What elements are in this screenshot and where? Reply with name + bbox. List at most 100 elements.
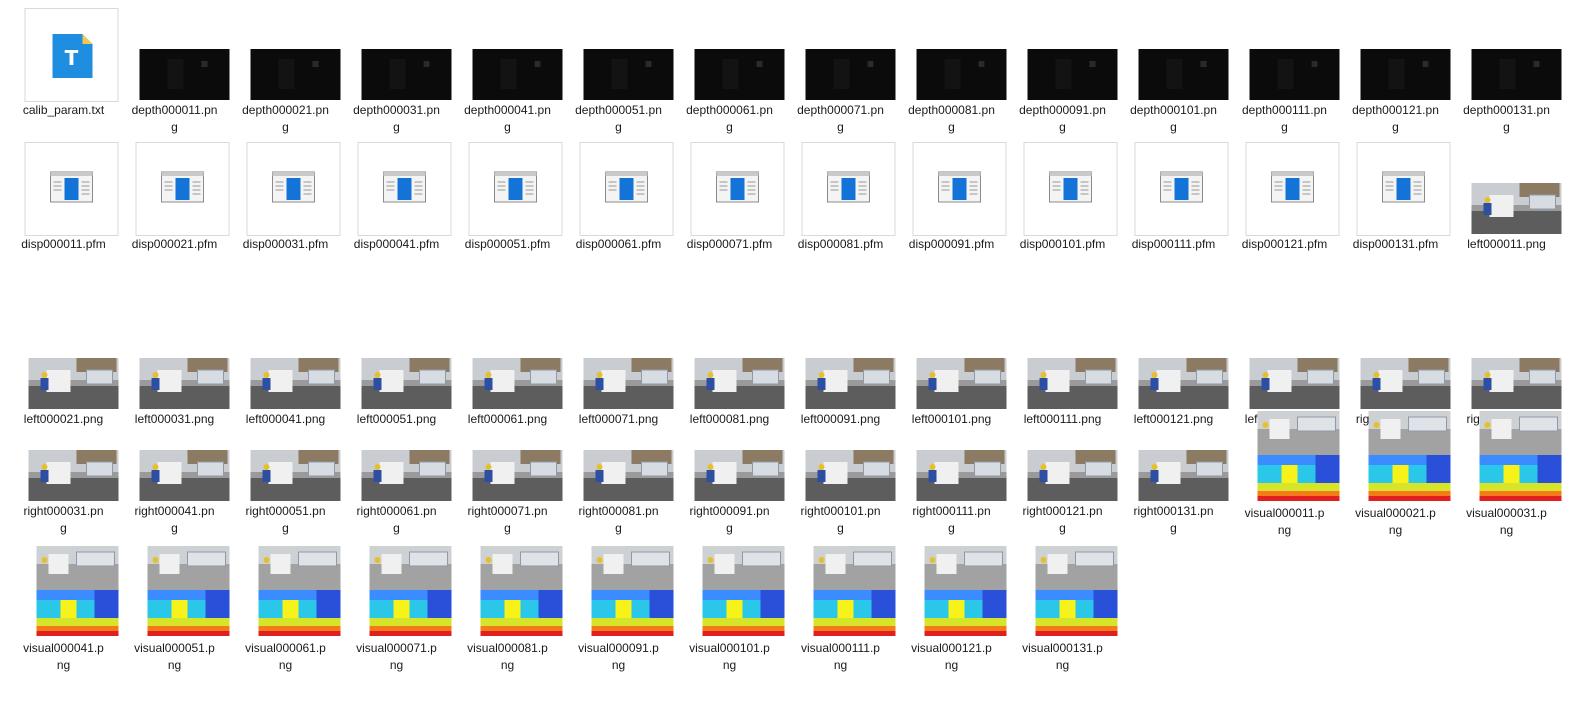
file-item[interactable]: depth000011.pn g [119,8,230,138]
generic-file-icon [801,142,896,236]
file-name: visual000081.p ng [467,641,548,672]
file-item[interactable]: visual000021.p ng [1340,409,1451,539]
file-item[interactable]: disp000041.pfm [341,142,452,312]
file-item[interactable]: right000041.pn g [119,409,230,539]
file-item[interactable]: right000101.pn g [785,409,896,539]
file-name: right000031.pn g [23,504,104,535]
visual-thumbnail [258,546,341,636]
file-name: right000051.pn g [245,504,326,535]
generic-file-icon [1245,142,1340,236]
file-item[interactable]: visual000081.p ng [452,544,563,674]
file-name: disp000101.pfm [1019,237,1106,251]
photo-thumbnail [139,450,230,501]
file-name: visual000091.p ng [578,641,659,672]
file-item[interactable]: right000051.pn g [230,409,341,539]
file-item[interactable]: depth000111.pn g [1229,8,1340,138]
file-item[interactable]: depth000131.pn g [1451,8,1562,138]
file-item[interactable]: depth000041.pn g [452,8,563,138]
generic-file-icon [246,142,341,236]
file-item[interactable]: right000071.pn g [452,409,563,539]
file-item[interactable]: visual000131.p ng [1007,544,1118,674]
file-name: disp000081.pfm [797,237,884,251]
generic-file-icon [912,142,1007,236]
photo-thumbnail [250,450,341,501]
file-item[interactable]: disp000071.pfm [674,142,785,312]
file-name: depth000121.pn g [1352,103,1439,134]
file-item[interactable]: left000011.png [1451,142,1562,312]
file-item[interactable]: depth000101.pn g [1118,8,1229,138]
file-item[interactable]: right000121.pn g [1007,409,1118,539]
file-item[interactable]: disp000081.pfm [785,142,896,312]
file-item[interactable]: Tcalib_param.txt [8,8,119,138]
generic-file-icon [690,142,785,236]
file-name: visual000111.p ng [801,641,880,672]
file-item[interactable]: disp000031.pfm [230,142,341,312]
file-item[interactable]: disp000111.pfm [1118,142,1229,312]
visual-thumbnail [1368,411,1451,501]
depth-thumbnail [805,49,896,100]
file-name: depth000051.pn g [575,103,662,134]
photo-thumbnail [28,358,119,409]
file-name: depth000061.pn g [686,103,773,134]
file-name: visual000021.p ng [1355,506,1436,537]
depth-thumbnail [1249,49,1340,100]
visual-thumbnail [702,546,785,636]
photo-thumbnail [28,450,119,501]
file-item[interactable]: visual000051.p ng [119,544,230,674]
file-item[interactable]: depth000031.pn g [341,8,452,138]
file-name: visual000101.p ng [689,641,770,672]
photo-thumbnail [916,450,1007,501]
file-name: right000101.pn g [800,504,881,535]
file-name: depth000011.pn g [131,103,218,134]
file-item[interactable]: visual000091.p ng [563,544,674,674]
file-name: right000071.pn g [467,504,548,535]
file-item[interactable]: visual000041.p ng [8,544,119,674]
file-item[interactable]: disp000101.pfm [1007,142,1118,312]
file-item[interactable]: visual000011.p ng [1229,409,1340,539]
file-item[interactable]: visual000031.p ng [1451,409,1562,539]
file-item[interactable]: disp000051.pfm [452,142,563,312]
file-item[interactable]: visual000111.p ng [785,544,896,674]
file-name: disp000131.pfm [1352,237,1439,251]
file-name: right000091.pn g [689,504,770,535]
photo-thumbnail [805,450,896,501]
file-item[interactable]: disp000061.pfm [563,142,674,312]
file-item[interactable]: depth000121.pn g [1340,8,1451,138]
photo-thumbnail [1138,450,1229,501]
depth-thumbnail [1027,49,1118,100]
file-item[interactable]: visual000071.p ng [341,544,452,674]
file-name: depth000131.pn g [1463,103,1550,134]
file-item[interactable]: disp000091.pfm [896,142,1007,312]
depth-thumbnail [250,49,341,100]
depth-thumbnail [694,49,785,100]
file-item[interactable]: depth000091.pn g [1007,8,1118,138]
generic-file-icon [135,142,230,236]
file-item[interactable]: disp000131.pfm [1340,142,1451,312]
file-item[interactable]: depth000071.pn g [785,8,896,138]
file-item[interactable]: disp000011.pfm [8,142,119,312]
file-item[interactable]: right000091.pn g [674,409,785,539]
file-item[interactable]: depth000061.pn g [674,8,785,138]
file-item[interactable]: right000131.pn g [1118,409,1229,539]
photo-thumbnail [1471,183,1562,234]
generic-file-icon [24,142,119,236]
photo-thumbnail [472,450,563,501]
file-item[interactable]: visual000101.p ng [674,544,785,674]
visual-thumbnail [147,546,230,636]
file-item[interactable]: disp000021.pfm [119,142,230,312]
depth-thumbnail [1360,49,1451,100]
photo-thumbnail [1249,358,1340,409]
file-item[interactable]: right000081.pn g [563,409,674,539]
file-item[interactable]: right000031.pn g [8,409,119,539]
file-name: visual000011.p ng [1244,506,1325,537]
file-item[interactable]: disp000121.pfm [1229,142,1340,312]
file-name: depth000091.pn g [1019,103,1106,134]
file-item[interactable]: depth000081.pn g [896,8,1007,138]
depth-thumbnail [583,49,674,100]
file-item[interactable]: right000061.pn g [341,409,452,539]
file-item[interactable]: visual000061.p ng [230,544,341,674]
file-item[interactable]: visual000121.p ng [896,544,1007,674]
file-item[interactable]: depth000051.pn g [563,8,674,138]
file-item[interactable]: depth000021.pn g [230,8,341,138]
file-item[interactable]: right000111.pn g [896,409,1007,539]
